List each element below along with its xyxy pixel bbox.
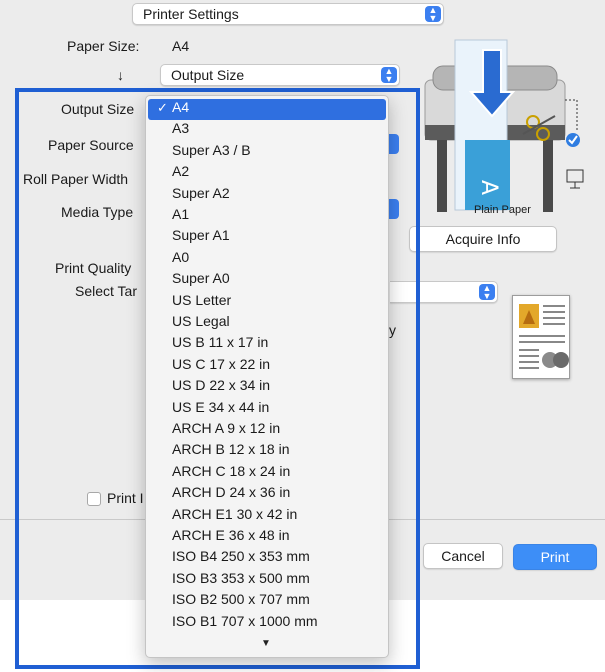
dropdown-option[interactable]: ARCH E 36 x 48 in (146, 527, 388, 548)
dropdown-option-label: Super A2 (172, 184, 230, 201)
dropdown-option-label: ARCH D 24 x 36 in (172, 484, 291, 501)
dropdown-option[interactable]: Super A3 / B (146, 142, 388, 163)
dropdown-option[interactable]: Super A0 (146, 270, 388, 291)
dropdown-option[interactable]: ARCH A 9 x 12 in (146, 420, 388, 441)
paper-size-value: A4 (172, 38, 190, 54)
dropdown-option[interactable]: Super A1 (146, 227, 388, 248)
scale-target-stepper-icon: ▲ ▼ (381, 67, 397, 84)
dropdown-option-label: Super A1 (172, 227, 230, 244)
scale-target-value: Output Size (171, 67, 245, 83)
media-label: Plain Paper (474, 204, 531, 216)
dropdown-option-label: A4 (172, 99, 190, 115)
printer-illustration: A (424, 39, 584, 212)
dropdown-option-label: ARCH A 9 x 12 in (172, 420, 281, 436)
dropdown-option[interactable]: ✓ A4 (148, 99, 386, 120)
dropdown-option[interactable]: ARCH D 24 x 36 in (146, 484, 388, 505)
page-thumbnail (512, 295, 570, 379)
cancel-button[interactable]: Cancel (423, 543, 503, 569)
dropdown-option-label: US Letter (172, 291, 232, 308)
dropdown-option-label: A1 (172, 206, 190, 222)
scroll-down-icon[interactable]: ▼ (261, 638, 271, 649)
dropdown-option-label: ISO B2 500 x 707 mm (172, 591, 310, 608)
dropdown-option-label: A3 (172, 120, 190, 137)
dropdown-option[interactable]: ARCH E1 30 x 42 in (146, 506, 388, 527)
panel-select-label: Printer Settings (143, 6, 239, 22)
dropdown-option-label: US D 22 x 34 in (172, 377, 271, 394)
dropdown-option-label: Super A0 (172, 270, 230, 287)
output-size-dropdown[interactable]: ✓ A4 A3 Super A3 / B A2 Super A2 A1 Super A1 A0 S… (145, 95, 389, 658)
dropdown-option-label: US B 11 x 17 in (172, 334, 269, 351)
dropdown-option[interactable]: US C 17 x 22 in (146, 356, 388, 377)
paper-size-label: Paper Size: (67, 38, 140, 54)
dropdown-option[interactable]: US Letter (146, 292, 388, 313)
dropdown-option-label: ISO B1 707 x 1000 mm (172, 612, 318, 629)
scale-target-select[interactable]: Output Size ▲ ▼ (160, 64, 400, 86)
dropdown-option[interactable]: ISO B2 500 x 707 mm (146, 591, 388, 612)
dropdown-option-label: ARCH C 18 x 24 in (172, 462, 291, 479)
dropdown-option-label: ARCH E 36 x 48 in (172, 527, 290, 543)
select-target-stepper-icon: ▲ ▼ (479, 284, 495, 301)
dropdown-option[interactable]: A3 (146, 120, 388, 141)
dropdown-option-label: ARCH E1 30 x 42 in (172, 505, 298, 522)
print-button[interactable]: Print (513, 544, 597, 570)
dropdown-option-label: A0 (172, 248, 190, 265)
dropdown-option[interactable]: A1 (146, 206, 388, 227)
dropdown-option[interactable]: US D 22 x 34 in (146, 377, 388, 398)
dropdown-option-label: Super A3 / B (172, 141, 251, 158)
dropdown-option-label: A2 (172, 163, 190, 180)
dropdown-option[interactable]: ISO B1 707 x 1000 mm (146, 613, 388, 634)
panel-select[interactable]: Printer Settings ▲ ▼ (132, 3, 444, 25)
svg-text:A: A (476, 180, 501, 195)
panel-select-stepper-icon: ▲ ▼ (425, 6, 441, 23)
scale-arrow-icon: ↓ (117, 67, 124, 83)
dropdown-option[interactable]: US E 34 x 44 in (146, 399, 388, 420)
dropdown-option[interactable]: ARCH B 12 x 18 in (146, 441, 388, 462)
dropdown-option[interactable]: ISO B4 250 x 353 mm (146, 548, 388, 569)
dropdown-option[interactable]: ARCH C 18 x 24 in (146, 463, 388, 484)
acquire-info-button[interactable]: Acquire Info (409, 226, 557, 252)
dropdown-option[interactable]: A0 (146, 249, 388, 270)
dropdown-option-label: US C 17 x 22 in (172, 355, 271, 372)
document-preview-icon (519, 304, 569, 369)
dropdown-option[interactable]: Super A2 (146, 185, 388, 206)
dropdown-option-label: US E 34 x 44 in (172, 398, 270, 415)
dropdown-option[interactable]: A2 (146, 163, 388, 184)
dropdown-option-label: ISO B4 250 x 353 mm (172, 548, 310, 565)
dropdown-option[interactable]: ISO B3 353 x 500 mm (146, 570, 388, 591)
dropdown-option[interactable]: US Legal (146, 313, 388, 334)
dropdown-option-label: ARCH B 12 x 18 in (172, 441, 290, 458)
dropdown-option-label: ISO B3 353 x 500 mm (172, 569, 310, 586)
dropdown-option-label: US Legal (172, 313, 230, 329)
dropdown-option[interactable]: US B 11 x 17 in (146, 334, 388, 355)
checkmark-icon: ✓ (157, 100, 168, 115)
